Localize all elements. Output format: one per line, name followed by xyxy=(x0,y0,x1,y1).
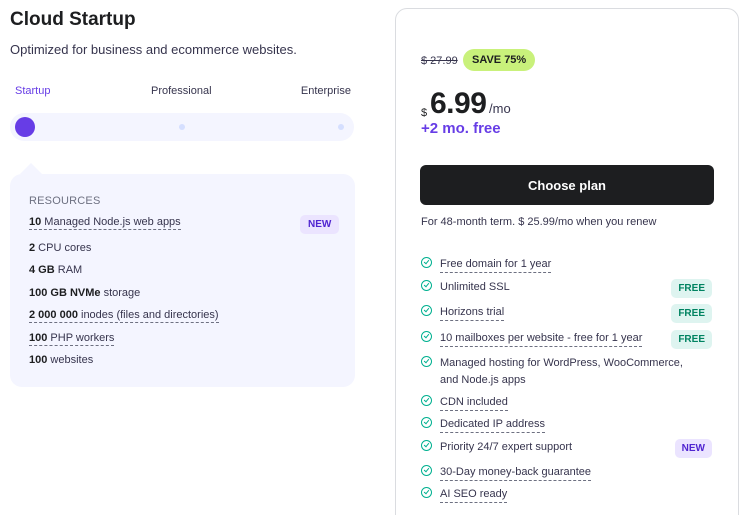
save-badge: SAVE 75% xyxy=(463,49,536,71)
check-icon xyxy=(421,331,432,342)
feature-label[interactable]: 30-Day money-back guarantee xyxy=(440,464,592,481)
resource-php-workers[interactable]: 100 PHP workers xyxy=(29,332,115,346)
new-badge: NEW xyxy=(674,439,712,458)
check-icon xyxy=(421,440,432,451)
feature-label[interactable]: CDN included xyxy=(440,394,508,411)
check-icon xyxy=(421,356,432,367)
feature-label[interactable]: Horizons trial xyxy=(440,304,505,321)
tier-label-enterprise[interactable]: Enterprise xyxy=(301,85,351,97)
tier-labels: Startup Professional Enterprise xyxy=(10,85,355,101)
feature-label: Managed hosting for WordPress, WooCommer… xyxy=(440,357,683,369)
check-icon xyxy=(421,487,432,498)
price-value: 6.99 xyxy=(430,87,487,120)
free-badge: FREE xyxy=(671,330,712,349)
resources-card: RESOURCES 10 Managed Node.js web apps NE… xyxy=(10,163,355,387)
free-months: +2 mo. free xyxy=(421,120,501,137)
feature-label[interactable]: AI SEO ready xyxy=(440,486,508,503)
resource-websites: 100 websites xyxy=(29,354,94,366)
price-period: /mo xyxy=(489,101,511,116)
slider-stop-professional[interactable] xyxy=(179,124,185,130)
plan-title: Cloud Startup xyxy=(10,9,136,30)
resource-storage: 100 GB NVMe storage xyxy=(29,287,141,299)
check-icon xyxy=(421,305,432,316)
feature-label-line2: and Node.js apps xyxy=(440,374,526,386)
tier-slider[interactable] xyxy=(10,113,354,141)
resource-inodes[interactable]: 2 000 000 inodes (files and directories) xyxy=(29,309,219,323)
tier-label-professional[interactable]: Professional xyxy=(151,85,212,97)
feature-label[interactable]: 10 mailboxes per website - free for 1 ye… xyxy=(440,330,643,347)
resource-ram: 4 GB RAM xyxy=(29,264,83,276)
feature-label: Priority 24/7 expert support xyxy=(440,441,573,453)
renewal-note: For 48-month term. $ 25.99/mo when you r… xyxy=(421,216,657,228)
tier-label-startup[interactable]: Startup xyxy=(15,85,50,97)
slider-stop-enterprise[interactable] xyxy=(338,124,344,130)
check-icon xyxy=(421,417,432,428)
resources-heading: RESOURCES xyxy=(29,195,101,207)
free-badge: FREE xyxy=(671,304,712,323)
choose-plan-button[interactable]: Choose plan xyxy=(420,165,714,205)
check-icon xyxy=(421,257,432,268)
resource-cpu: 2 CPU cores xyxy=(29,242,92,254)
check-icon xyxy=(421,280,432,291)
free-badge: FREE xyxy=(671,279,712,298)
currency-symbol: $ xyxy=(421,107,428,119)
plan-subtitle: Optimized for business and ecommerce web… xyxy=(10,42,297,57)
feature-label: Unlimited SSL xyxy=(440,281,510,293)
check-icon xyxy=(421,465,432,476)
check-icon xyxy=(421,395,432,406)
card-pointer xyxy=(20,163,42,174)
feature-label[interactable]: Free domain for 1 year xyxy=(440,256,552,273)
feature-label[interactable]: Dedicated IP address xyxy=(440,416,545,433)
pricing-card: $ 27.99 SAVE 75% $ 6.99 /mo +2 mo. free … xyxy=(395,8,739,515)
old-price: $ 27.99 xyxy=(421,55,458,67)
resource-node-apps[interactable]: 10 Managed Node.js web apps xyxy=(29,216,181,230)
slider-thumb[interactable] xyxy=(15,117,35,137)
new-badge: NEW xyxy=(300,215,340,234)
